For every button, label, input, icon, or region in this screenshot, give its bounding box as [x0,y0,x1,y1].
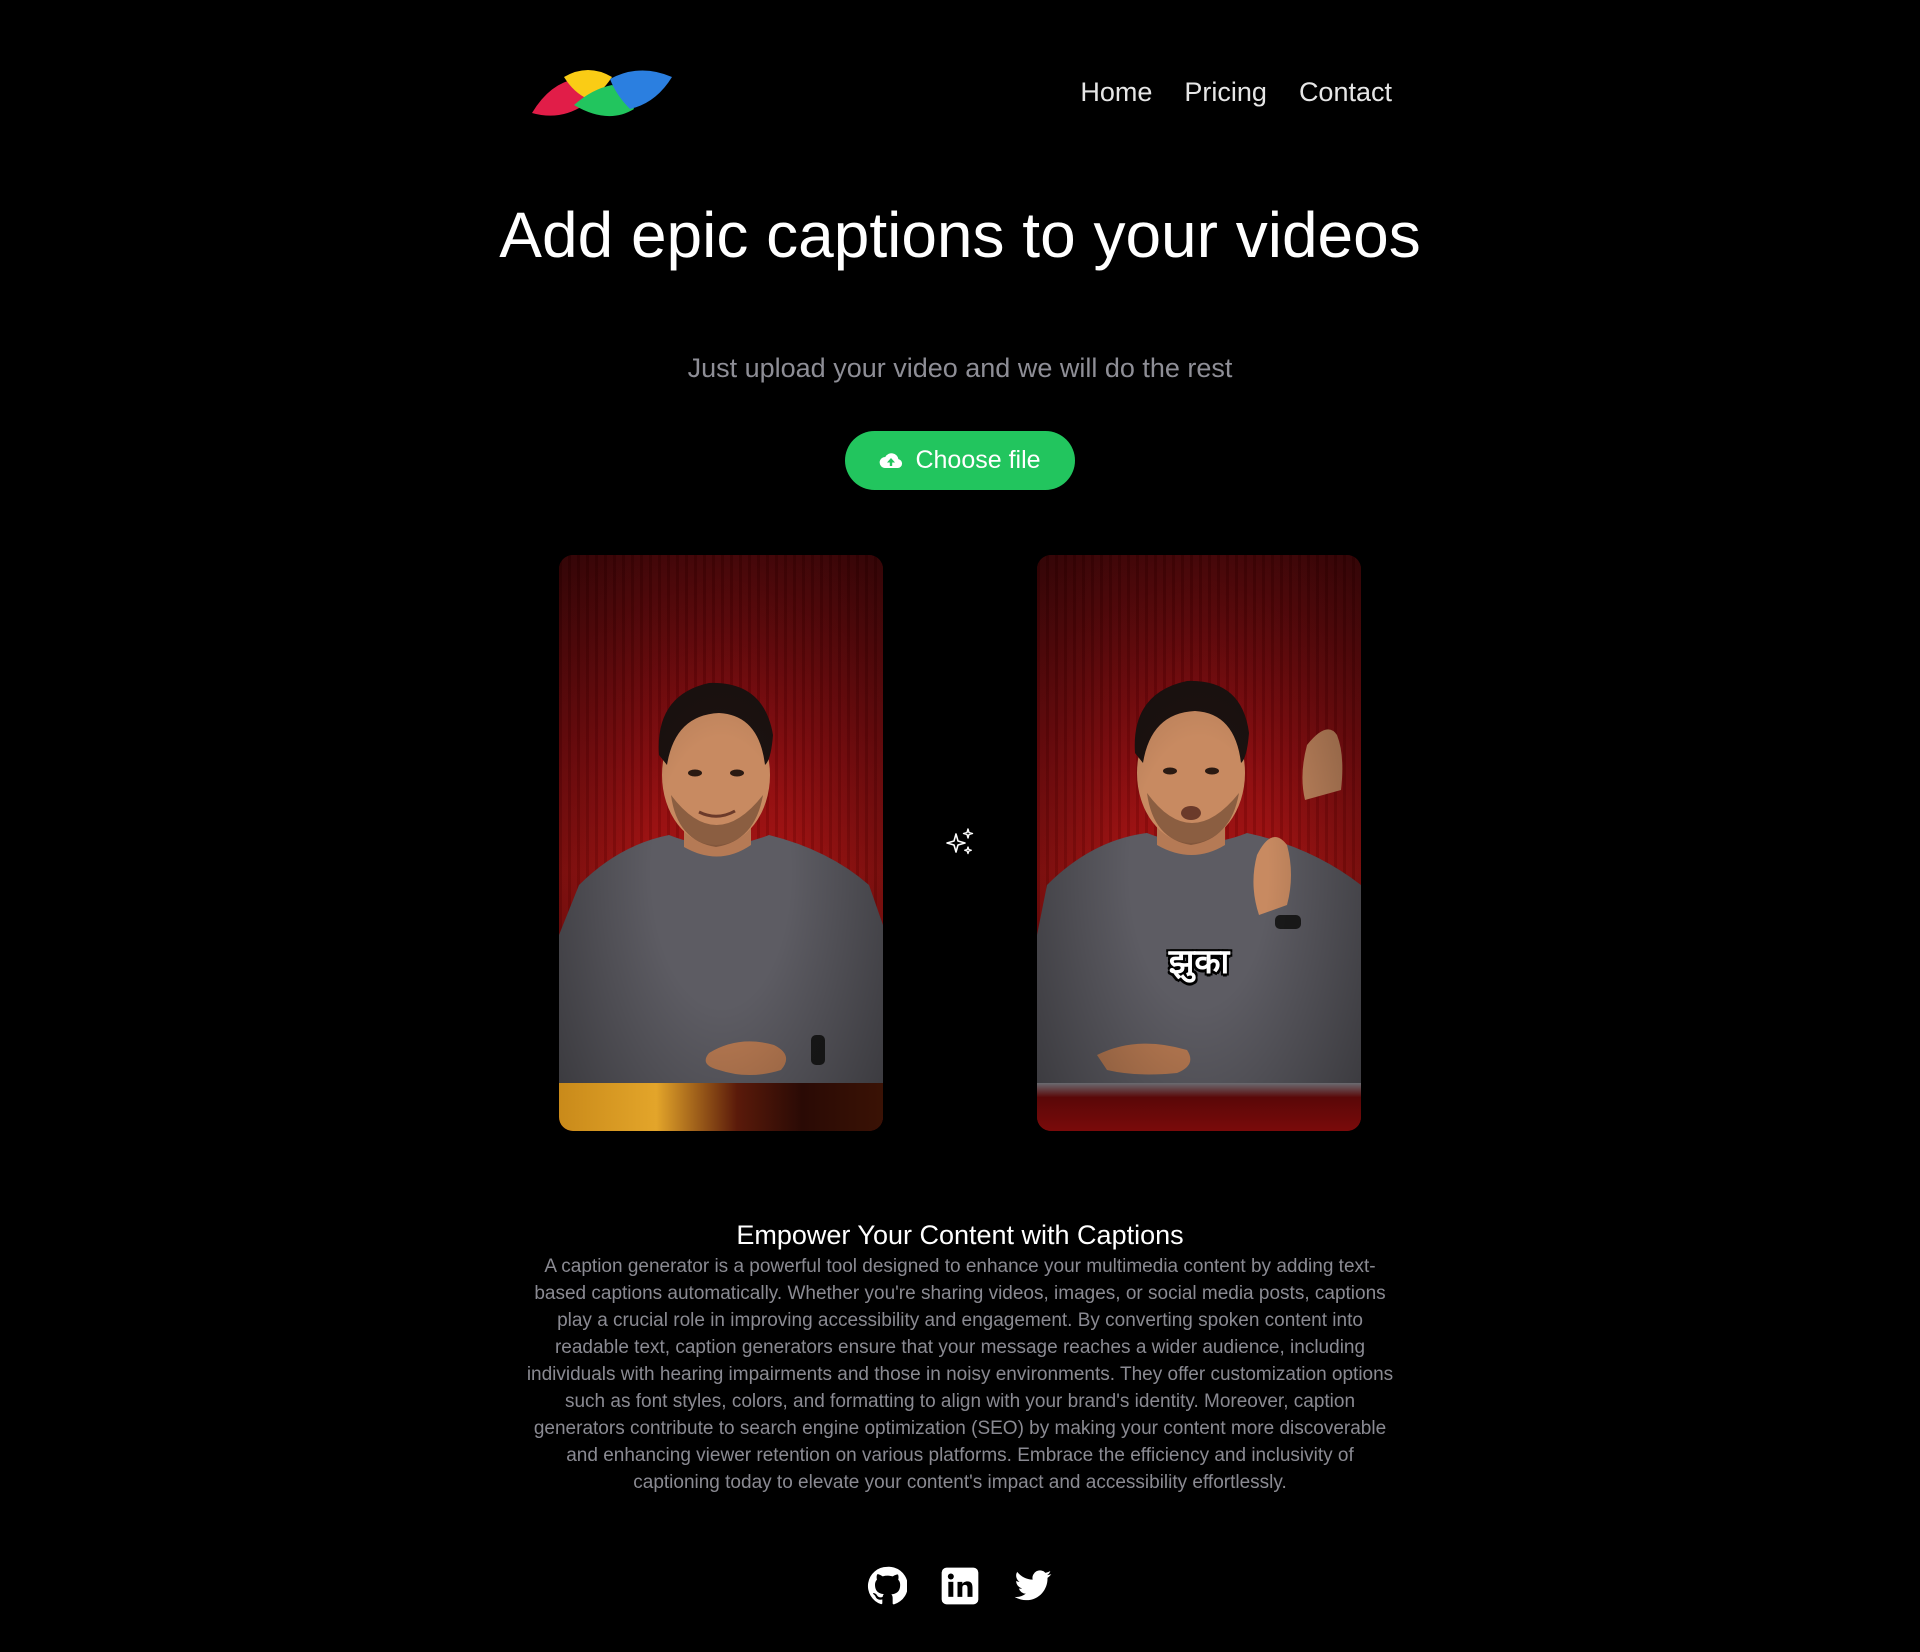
original-video-preview[interactable] [559,555,883,1131]
social-links [0,1566,1920,1606]
main-nav: Home Pricing Contact [1080,74,1392,110]
captioned-video-preview[interactable]: झुका [1037,555,1361,1131]
twitter-icon[interactable] [1013,1566,1053,1606]
caption-overlay-text: झुका [1168,942,1230,982]
logo-icon [532,70,672,117]
nav-pricing-link[interactable]: Pricing [1184,74,1267,110]
page: Home Pricing Contact Add epic captions t… [0,0,1920,1652]
app-logo[interactable] [530,65,672,125]
about-text: A caption generator is a powerful tool d… [526,1256,1394,1493]
cloud-upload-icon [879,452,903,470]
choose-file-button[interactable]: Choose file [845,431,1075,490]
hero-title: Add epic captions to your videos [499,199,1421,271]
nav-contact-link[interactable]: Contact [1299,74,1392,110]
hero-subtitle: Just upload your video and we will do th… [687,353,1233,383]
site-header: Home Pricing Contact [530,60,1392,130]
choose-file-label: Choose file [915,446,1041,474]
sparkles-icon [944,826,976,858]
github-icon[interactable] [867,1566,907,1606]
nav-home-link[interactable]: Home [1080,74,1152,110]
about-title: Empower Your Content with Captions [736,1220,1184,1250]
linkedin-icon[interactable] [940,1566,980,1606]
